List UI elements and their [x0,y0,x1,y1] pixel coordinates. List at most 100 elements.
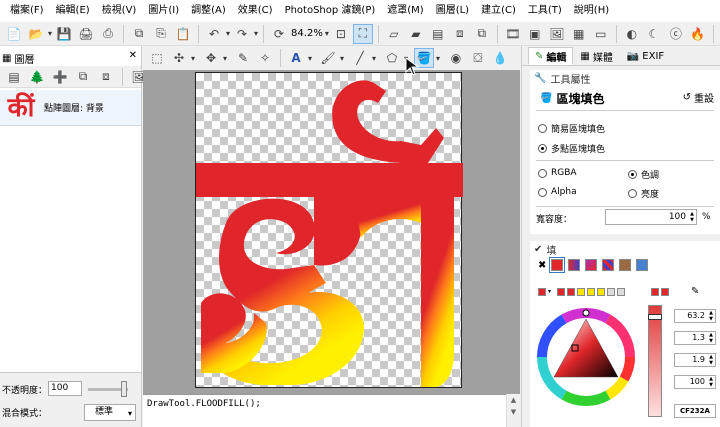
clone-icon[interactable]: ⓒ [666,24,686,44]
menu-help[interactable]: 說明(H) [568,0,615,22]
zoom-actual-icon[interactable]: ⊡ [331,24,351,44]
brush-icon[interactable]: 🖌 [318,48,338,68]
print-icon[interactable]: 🖨 [76,24,96,44]
spinner-icon[interactable]: ▲ ▼ [709,310,713,322]
merge-icon[interactable]: ⧉ [73,67,93,87]
alpha-input[interactable]: 100 ▲ ▼ [674,375,716,389]
layer-row[interactable]: कीं 點陣圖層: 背景 [0,90,141,126]
palette-swatch[interactable] [607,287,616,296]
layers-stack-icon[interactable]: ⧉ [472,24,492,44]
fill-solid-swatch[interactable] [549,257,566,273]
new-file-icon[interactable]: 📄 [4,24,24,44]
open-folder-icon[interactable]: 📂 [26,24,46,44]
duplicate-icon[interactable]: ⧈ [96,67,116,87]
fire-icon[interactable]: 🔥 [688,24,708,44]
radio-alpha[interactable]: Alpha [538,187,577,197]
open-dropdown-icon[interactable]: ▾ [48,29,52,38]
zoom-value[interactable]: 84.2% [291,28,323,39]
palette-swatch[interactable] [617,287,626,296]
drop-icon[interactable]: 💧 [490,48,510,68]
spinner-icon[interactable]: ▲ ▼ [709,332,713,344]
saturation-input[interactable]: 1.3 ▲ ▼ [674,331,716,345]
fill-image-swatch[interactable] [636,259,649,271]
shape-tool-icon[interactable]: ⬠ [382,48,402,68]
line-dropdown-icon[interactable]: ▾ [372,54,380,63]
menu-image[interactable]: 圖片(I) [142,0,185,22]
menu-file[interactable]: 檔案(F) [4,0,50,22]
image-icon[interactable]: 🖼 [547,24,567,44]
tab-edit[interactable]: ✎ 編輯 [528,47,574,65]
close-icon[interactable]: ✖ [538,260,546,271]
palette-swatch[interactable] [661,287,670,296]
layers-tab[interactable]: ▦ 圖層 [2,50,34,66]
tolerance-input[interactable]: 100 ▲ ▼ [605,209,697,225]
palette-swatch[interactable] [577,287,586,296]
new-layer-icon[interactable]: ▤ [4,67,24,87]
alpha-slider-thumb[interactable] [648,314,662,320]
contrast-icon[interactable]: ◐ [622,24,642,44]
red-eye-icon[interactable]: ◉ [446,48,466,68]
document-canvas[interactable] [195,72,463,388]
menu-adjust[interactable]: 調整(A) [185,0,232,22]
add-icon[interactable]: ➕ [50,67,70,87]
radio-hue[interactable]: 色調 [628,168,659,181]
filmstrip-icon[interactable]: 🎞 [503,24,523,44]
line-tool-icon[interactable]: ╱ [350,48,370,68]
transform-icon[interactable]: ✥ [201,48,221,68]
console-scrollbar[interactable]: ▲ ▼ [506,394,520,427]
radio-simple-fill[interactable]: 簡易區塊填色 [538,122,605,135]
spinner-icon[interactable]: ▲ ▼ [690,211,694,223]
moon-icon[interactable]: ☾ [644,24,664,44]
layers-icon[interactable]: ⧈ [450,24,470,44]
fill-dropdown-icon[interactable]: ▾ [436,54,444,63]
lasso-icon[interactable]: ✎ [233,48,253,68]
eyedropper-icon[interactable]: ✎ [691,286,699,297]
text-tool-icon[interactable]: A [286,48,306,68]
zoom-fit-icon[interactable]: ⛶ [352,23,373,44]
transform-dropdown-icon[interactable]: ▾ [223,54,231,63]
menu-create[interactable]: 建立(C) [475,0,522,22]
close-icon[interactable]: ✕ [129,50,137,61]
redo-dropdown-icon[interactable]: ▾ [254,29,258,38]
gallery-icon[interactable]: ▦ [569,24,589,44]
menu-edit[interactable]: 編輯(E) [50,0,96,22]
palette-swatch[interactable] [557,287,566,296]
radio-brightness[interactable]: 亮度 [628,187,659,200]
reset-button[interactable]: ↺ 重設 [683,90,714,105]
undo-icon[interactable]: ↶ [204,24,224,44]
zoom-dropdown-icon[interactable]: ▾ [325,29,329,38]
menu-layer[interactable]: 圖層(L) [430,0,475,22]
menu-view[interactable]: 檢視(V) [96,0,143,22]
alpha-slider[interactable] [648,305,662,417]
brush-dropdown-icon[interactable]: ▾ [340,54,348,63]
fill-texture-swatch[interactable] [619,259,632,271]
radio-rgba[interactable]: RGBA [538,168,577,178]
tree-icon[interactable]: 🌲 [27,67,47,87]
menu-tools[interactable]: 工具(T) [522,0,568,22]
frame-icon[interactable]: ▣ [525,24,545,44]
rotate-icon[interactable]: ⟳ [269,24,289,44]
canvas-area[interactable] [143,57,520,394]
redo-icon[interactable]: ↷ [232,24,252,44]
script-console[interactable]: DrawTool.FLOODFILL(); [143,394,506,427]
magic-wand-icon[interactable]: ✧ [255,48,275,68]
opacity-input[interactable]: 100 [48,381,82,396]
move-dropdown-icon[interactable]: ▾ [191,54,199,63]
paste-icon[interactable]: 📋 [173,24,193,44]
opacity-slider-thumb[interactable] [121,381,127,397]
crop-icon[interactable]: ⧉ [129,24,149,44]
menu-photoshop-filters[interactable]: PhotoShop 濾鏡(P) [279,0,382,22]
stamp-icon[interactable]: ▰ [406,24,426,44]
spinner-icon[interactable]: ▲ ▼ [709,376,713,388]
palette-swatch[interactable] [538,287,546,296]
palette-swatch[interactable] [587,287,596,296]
color-wheel[interactable] [536,307,636,407]
fill-linear-swatch[interactable] [568,259,581,271]
menu-effects[interactable]: 效果(C) [232,0,279,22]
layer-green-icon[interactable]: ▤ [428,24,448,44]
radio-multi-fill[interactable]: 多點區塊填色 [538,142,605,155]
copy-icon[interactable]: ⎘ [151,24,171,44]
select-rect-icon[interactable]: ⬚ [147,48,167,68]
palette-dropdown-icon[interactable]: ▾ [548,288,551,295]
move-icon[interactable]: ✣ [169,48,189,68]
